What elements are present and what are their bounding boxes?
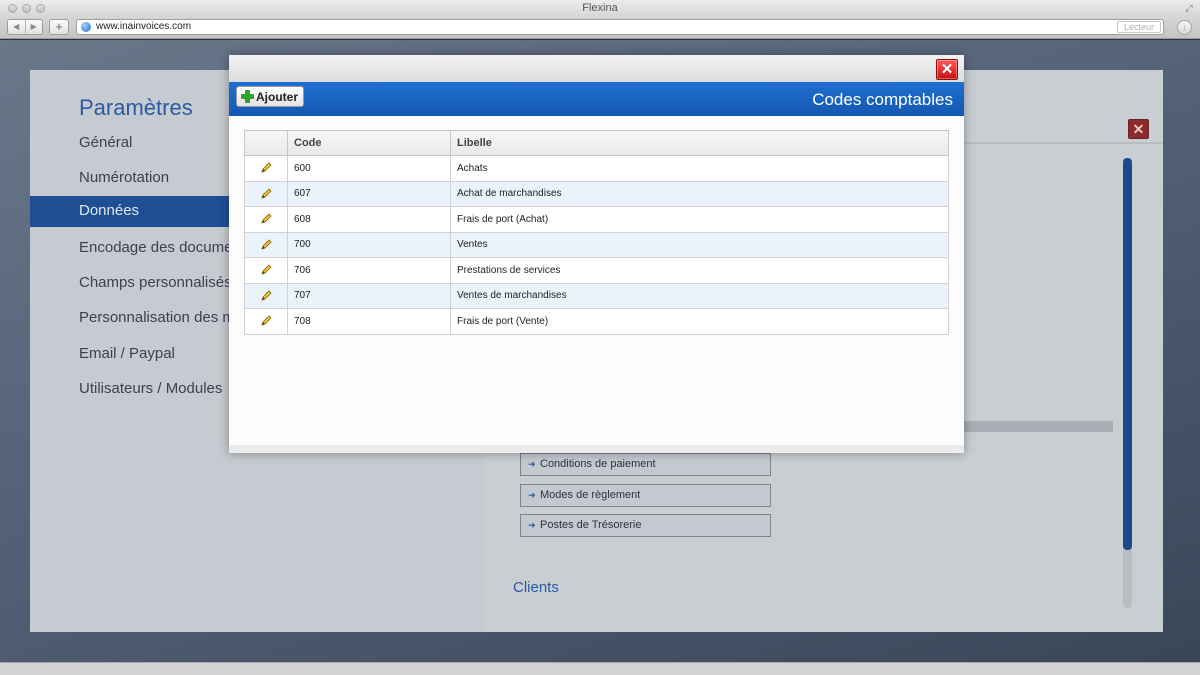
code-cell: 607 [287, 180, 451, 207]
table-row[interactable]: 707 Ventes de marchandises [244, 282, 949, 309]
table-header-row: Code Libelle [244, 130, 949, 156]
minimize-window-button[interactable] [22, 4, 31, 13]
code-cell: 707 [287, 282, 451, 309]
close-window-button[interactable] [8, 4, 17, 13]
code-column-header[interactable]: Code [287, 130, 451, 156]
edit-cell[interactable] [244, 231, 288, 258]
edit-cell[interactable] [244, 180, 288, 207]
pencil-icon[interactable] [260, 239, 273, 251]
reader-button[interactable]: Lecteur [1116, 21, 1161, 33]
libelle-cell: Achats [450, 155, 949, 182]
pencil-icon[interactable] [260, 264, 273, 276]
button-label: Modes de règlement [540, 489, 641, 501]
menu-item-label: Données [79, 202, 140, 219]
dialog-header: Ajouter Codes comptables [229, 82, 964, 116]
libelle-cell: Ventes de marchandises [450, 282, 949, 309]
menu-item-email[interactable]: Email / Paypal [79, 345, 175, 362]
pencil-icon[interactable] [260, 188, 273, 200]
libelle-cell: Ventes [450, 231, 949, 258]
menu-item-general[interactable]: Général [79, 134, 132, 151]
libelle-cell: Prestations de services [450, 257, 949, 284]
dialog-topbar: ✕ [229, 55, 964, 82]
arrow-right-icon: ➜ [528, 490, 536, 500]
window-title: Flexina [582, 2, 618, 14]
pencil-icon[interactable] [260, 213, 273, 225]
add-button-label: Ajouter [256, 89, 298, 104]
section-title: Clients [513, 579, 559, 596]
new-tab-button[interactable]: + [49, 19, 69, 35]
table-row[interactable]: 706 Prestations de services [244, 257, 949, 284]
libelle-cell: Frais de port (Achat) [450, 206, 949, 233]
code-cell: 608 [287, 206, 451, 233]
address-bar[interactable]: www.inainvoices.com Lecteur [76, 19, 1164, 35]
scrollbar-thumb[interactable] [1123, 158, 1132, 550]
dialog-footer [229, 445, 964, 453]
table-row[interactable]: 700 Ventes [244, 231, 949, 258]
codes-comptables-dialog: ✕ Ajouter Codes comptables Code Libelle … [229, 55, 964, 453]
menu-item-utilisateurs[interactable]: Utilisateurs / Modules [79, 380, 222, 397]
code-cell: 708 [287, 308, 451, 335]
menu-item-encodage[interactable]: Encodage des documents [79, 239, 252, 256]
libelle-cell: Achat de marchandises [450, 180, 949, 207]
downloads-icon[interactable]: ↓ [1177, 20, 1192, 35]
scrollbar[interactable] [1123, 158, 1132, 608]
forward-icon[interactable]: ▶ [26, 20, 43, 34]
libelle-cell: Frais de port (Vente) [450, 308, 949, 335]
postes-tresorerie-button[interactable]: ➜ Postes de Trésorerie [520, 514, 771, 537]
plus-icon [241, 90, 254, 103]
code-cell: 700 [287, 231, 451, 258]
code-cell: 600 [287, 155, 451, 182]
table-row[interactable]: 608 Frais de port (Achat) [244, 206, 949, 233]
code-cell: 706 [287, 257, 451, 284]
section-bar [963, 421, 1113, 432]
close-icon[interactable]: ✕ [936, 59, 958, 80]
edit-cell[interactable] [244, 308, 288, 335]
divider [963, 142, 1163, 144]
url-text: www.inainvoices.com [96, 21, 192, 32]
table-row[interactable]: 607 Achat de marchandises [244, 180, 949, 207]
menu-item-champs[interactable]: Champs personnalisés [79, 274, 232, 291]
button-label: Postes de Trésorerie [540, 519, 642, 531]
codes-table: Code Libelle 600 Achats 607 Achat de mar… [244, 130, 949, 335]
edit-cell[interactable] [244, 257, 288, 284]
edit-column-header [244, 130, 288, 156]
fullscreen-icon[interactable]: ⤢ [1184, 3, 1194, 13]
pencil-icon[interactable] [260, 162, 273, 174]
nav-buttons: ◀ ▶ [7, 19, 43, 35]
add-button[interactable]: Ajouter [236, 86, 304, 107]
conditions-paiement-button[interactable]: ➜ Conditions de paiement [520, 453, 771, 476]
libelle-column-header[interactable]: Libelle [450, 130, 949, 156]
edit-cell[interactable] [244, 282, 288, 309]
arrow-right-icon: ➜ [528, 520, 536, 530]
edit-cell[interactable] [244, 206, 288, 233]
pencil-icon[interactable] [260, 315, 273, 327]
modes-reglement-button[interactable]: ➜ Modes de règlement [520, 484, 771, 507]
button-label: Conditions de paiement [540, 458, 656, 470]
pencil-icon[interactable] [260, 290, 273, 302]
globe-icon [81, 22, 91, 32]
zoom-window-button[interactable] [36, 4, 45, 13]
table-row[interactable]: 600 Achats [244, 155, 949, 182]
arrow-right-icon: ➜ [528, 459, 536, 469]
back-icon[interactable]: ◀ [8, 20, 26, 34]
table-row[interactable]: 708 Frais de port (Vente) [244, 308, 949, 335]
settings-title: Paramètres [79, 95, 193, 120]
menu-item-numerotation[interactable]: Numérotation [79, 169, 169, 186]
window-titlebar: Flexina ⤢ [0, 0, 1200, 17]
browser-toolbar: ◀ ▶ + www.inainvoices.com Lecteur ↓ [0, 17, 1200, 39]
settings-close-icon[interactable]: ✕ [1128, 119, 1149, 139]
status-bar [0, 662, 1200, 675]
dialog-title: Codes comptables [812, 90, 953, 109]
edit-cell[interactable] [244, 155, 288, 182]
